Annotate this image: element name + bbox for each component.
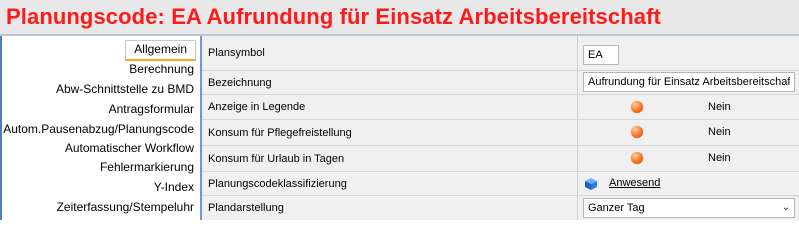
urlaub-value: Nein	[708, 152, 731, 164]
klassifizierung-link[interactable]: Anwesend	[609, 177, 660, 189]
sidebar-accent	[0, 36, 2, 220]
sidebar-item-antragsformular[interactable]: Antragsformular	[109, 100, 194, 118]
row-label: Konsum für Urlaub in Tagen	[202, 146, 578, 171]
plandarstellung-value: Ganzer Tag	[588, 202, 645, 214]
sidebar-item-pausenabzug[interactable]: Autom.Pausenabzug/Planungscode	[3, 120, 194, 138]
properties-grid: Plansymbol Bezeichnung Anzeige in Legend…	[202, 36, 799, 220]
row-plansymbol: Plansymbol	[202, 36, 799, 70]
status-dot-icon[interactable]	[631, 101, 643, 113]
pflege-value: Nein	[708, 126, 731, 138]
status-dot-icon[interactable]	[631, 152, 643, 164]
sidebar-item-bmd[interactable]: Abw-Schnittstelle zu BMD	[56, 80, 194, 98]
row-label: Bezeichnung	[202, 71, 578, 94]
row-klassifizierung: Planungscodeklassifizierung	[202, 172, 799, 195]
plandarstellung-select[interactable]: Ganzer Tag ⌄	[583, 198, 795, 218]
row-label: Plansymbol	[202, 36, 578, 70]
sidebar-item-zeiterfassung[interactable]: Zeiterfassung/Stempeluhr	[57, 198, 194, 216]
chevron-down-icon: ⌄	[781, 202, 790, 213]
bezeichnung-input[interactable]	[583, 72, 795, 92]
sidebar-item-allgemein[interactable]: Allgemein	[125, 40, 196, 61]
row-label: Konsum für Pflegefreistellung	[202, 120, 578, 145]
plansymbol-input[interactable]	[583, 45, 619, 65]
cube-icon	[585, 178, 597, 190]
status-dot-icon[interactable]	[631, 126, 643, 138]
anzeige-value: Nein	[708, 101, 731, 113]
sidebar-item-fehlermarkierung[interactable]: Fehlermarkierung	[100, 158, 194, 176]
sidebar: Allgemein Berechnung Abw-Schnittstelle z…	[0, 36, 200, 220]
sidebar-item-berechnung[interactable]: Berechnung	[129, 60, 194, 78]
sidebar-item-y-index[interactable]: Y-Index	[154, 178, 194, 196]
title-bar: Planungscode: EA Aufrundung für Einsatz …	[0, 0, 799, 34]
sidebar-item-workflow[interactable]: Automatischer Workflow	[65, 139, 194, 157]
row-label: Anzeige in Legende	[202, 95, 578, 119]
window-title: Planungscode: EA Aufrundung für Einsatz …	[6, 4, 661, 29]
row-label: Plandarstellung	[202, 196, 578, 220]
row-label: Planungscodeklassifizierung	[202, 172, 578, 195]
